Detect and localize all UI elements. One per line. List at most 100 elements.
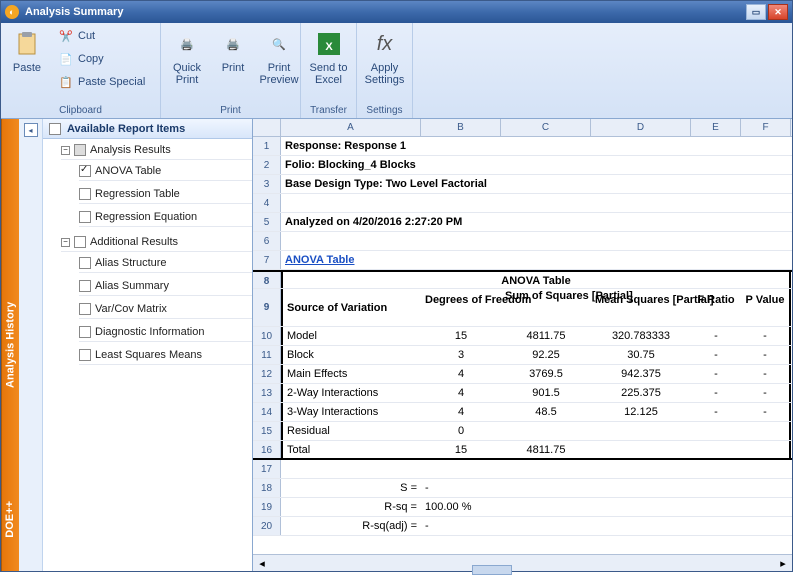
cell[interactable]: 15 bbox=[421, 327, 501, 345]
tree-root[interactable]: Additional Results bbox=[90, 236, 178, 248]
cell[interactable]: 225.375 bbox=[591, 384, 691, 402]
cell[interactable]: R-sq = bbox=[281, 498, 421, 516]
paste-special-button[interactable]: 📋Paste Special bbox=[53, 71, 150, 93]
tree-checkbox[interactable] bbox=[74, 236, 86, 248]
cell[interactable]: 3 bbox=[421, 346, 501, 364]
cell[interactable]: Analyzed on 4/20/2016 2:27:20 PM bbox=[281, 213, 791, 231]
cell[interactable] bbox=[691, 441, 741, 458]
cell[interactable]: 4811.75 bbox=[501, 441, 591, 458]
collapse-arrow-icon[interactable]: ◂ bbox=[24, 123, 38, 137]
tree-checkbox[interactable] bbox=[74, 144, 86, 156]
col-header[interactable]: F bbox=[741, 119, 791, 136]
window-title: Analysis Summary bbox=[25, 6, 744, 18]
cell[interactable] bbox=[591, 441, 691, 458]
tree-checkbox[interactable] bbox=[79, 349, 91, 361]
cell[interactable]: S = bbox=[281, 479, 421, 497]
print-preview-button[interactable]: 🔍Print Preview bbox=[257, 25, 301, 89]
cell[interactable]: - bbox=[691, 365, 741, 383]
cell[interactable]: - bbox=[741, 327, 791, 345]
cell[interactable]: 942.375 bbox=[591, 365, 691, 383]
paste-button[interactable]: Paste bbox=[5, 25, 49, 77]
tree-item[interactable]: Var/Cov Matrix bbox=[95, 303, 167, 315]
tree-item[interactable]: Least Squares Means bbox=[95, 349, 202, 361]
tree-toggle[interactable]: − bbox=[61, 146, 70, 155]
cell[interactable]: 4 bbox=[421, 365, 501, 383]
cell[interactable]: - bbox=[691, 403, 741, 421]
cell[interactable]: - bbox=[421, 517, 501, 535]
cell[interactable]: Block bbox=[281, 346, 421, 364]
cell[interactable] bbox=[741, 441, 791, 458]
cell[interactable]: 48.5 bbox=[501, 403, 591, 421]
cell[interactable]: 15 bbox=[421, 441, 501, 458]
tree-root[interactable]: Analysis Results bbox=[90, 144, 171, 156]
cell[interactable]: 12.125 bbox=[591, 403, 691, 421]
cell[interactable]: Total bbox=[281, 441, 421, 458]
tree-checkbox[interactable] bbox=[79, 257, 91, 269]
cell[interactable]: - bbox=[741, 384, 791, 402]
cell[interactable]: - bbox=[741, 346, 791, 364]
app-icon: ◐ bbox=[5, 5, 19, 19]
tree-checkbox[interactable] bbox=[79, 165, 91, 177]
apply-settings-button[interactable]: fxApply Settings bbox=[361, 25, 408, 89]
col-header[interactable]: A bbox=[281, 119, 421, 136]
cell[interactable]: - bbox=[741, 403, 791, 421]
cell[interactable] bbox=[591, 422, 691, 440]
cell[interactable] bbox=[691, 422, 741, 440]
spreadsheet: A B C D E F 1Response: Response 1 2Folio… bbox=[253, 119, 792, 571]
tree-checkbox[interactable] bbox=[79, 211, 91, 223]
cell[interactable]: 4 bbox=[421, 403, 501, 421]
cell[interactable]: 30.75 bbox=[591, 346, 691, 364]
cell[interactable] bbox=[741, 422, 791, 440]
col-header[interactable]: C bbox=[501, 119, 591, 136]
tree-item[interactable]: Diagnostic Information bbox=[95, 326, 204, 338]
tree-header-checkbox[interactable] bbox=[49, 123, 61, 135]
cell[interactable]: 320.783333 bbox=[591, 327, 691, 345]
tree-checkbox[interactable] bbox=[79, 280, 91, 292]
send-to-excel-button[interactable]: XSend to Excel bbox=[305, 25, 352, 89]
cell[interactable] bbox=[501, 422, 591, 440]
cell[interactable]: 0 bbox=[421, 422, 501, 440]
cell[interactable]: - bbox=[691, 384, 741, 402]
tree-checkbox[interactable] bbox=[79, 188, 91, 200]
cell[interactable]: - bbox=[691, 346, 741, 364]
cell[interactable]: 4 bbox=[421, 384, 501, 402]
svg-text:X: X bbox=[325, 41, 333, 53]
anova-link[interactable]: ANOVA Table bbox=[281, 251, 421, 269]
sheet-body[interactable]: 1Response: Response 1 2Folio: Blocking_4… bbox=[253, 137, 792, 554]
cell[interactable]: - bbox=[741, 365, 791, 383]
close-button[interactable]: ✕ bbox=[768, 4, 788, 20]
cell[interactable]: R-sq(adj) = bbox=[281, 517, 421, 535]
cell[interactable]: Main Effects bbox=[281, 365, 421, 383]
horizontal-scrollbar[interactable]: ◂▸ bbox=[253, 554, 792, 571]
col-header[interactable]: B bbox=[421, 119, 501, 136]
tree-item[interactable]: ANOVA Table bbox=[95, 165, 161, 177]
cell[interactable]: 100.00 % bbox=[421, 498, 501, 516]
quick-print-button[interactable]: 🖨️Quick Print bbox=[165, 25, 209, 89]
cell[interactable]: 3-Way Interactions bbox=[281, 403, 421, 421]
col-header[interactable]: D bbox=[591, 119, 691, 136]
cut-button[interactable]: ✂️Cut bbox=[53, 25, 150, 47]
cell[interactable]: - bbox=[691, 327, 741, 345]
cell[interactable]: Model bbox=[281, 327, 421, 345]
minimize-button[interactable]: ▭ bbox=[746, 4, 766, 20]
cell[interactable]: Response: Response 1 bbox=[281, 137, 791, 155]
cell[interactable]: Folio: Blocking_4 Blocks bbox=[281, 156, 791, 174]
cell[interactable]: 92.25 bbox=[501, 346, 591, 364]
cell[interactable]: 901.5 bbox=[501, 384, 591, 402]
tree-toggle[interactable]: − bbox=[61, 238, 70, 247]
col-header[interactable]: E bbox=[691, 119, 741, 136]
tree-item[interactable]: Regression Equation bbox=[95, 211, 197, 223]
copy-button[interactable]: 📄Copy bbox=[53, 48, 150, 70]
cell[interactable]: 2-Way Interactions bbox=[281, 384, 421, 402]
tree-item[interactable]: Alias Summary bbox=[95, 280, 169, 292]
print-button[interactable]: 🖨️Print bbox=[211, 25, 255, 77]
tree-checkbox[interactable] bbox=[79, 326, 91, 338]
cell[interactable]: Residual bbox=[281, 422, 421, 440]
tree-checkbox[interactable] bbox=[79, 303, 91, 315]
cell[interactable]: Base Design Type: Two Level Factorial bbox=[281, 175, 791, 193]
tree-item[interactable]: Regression Table bbox=[95, 188, 180, 200]
tree-item[interactable]: Alias Structure bbox=[95, 257, 167, 269]
cell[interactable]: 3769.5 bbox=[501, 365, 591, 383]
cell[interactable]: - bbox=[421, 479, 501, 497]
cell[interactable]: 4811.75 bbox=[501, 327, 591, 345]
